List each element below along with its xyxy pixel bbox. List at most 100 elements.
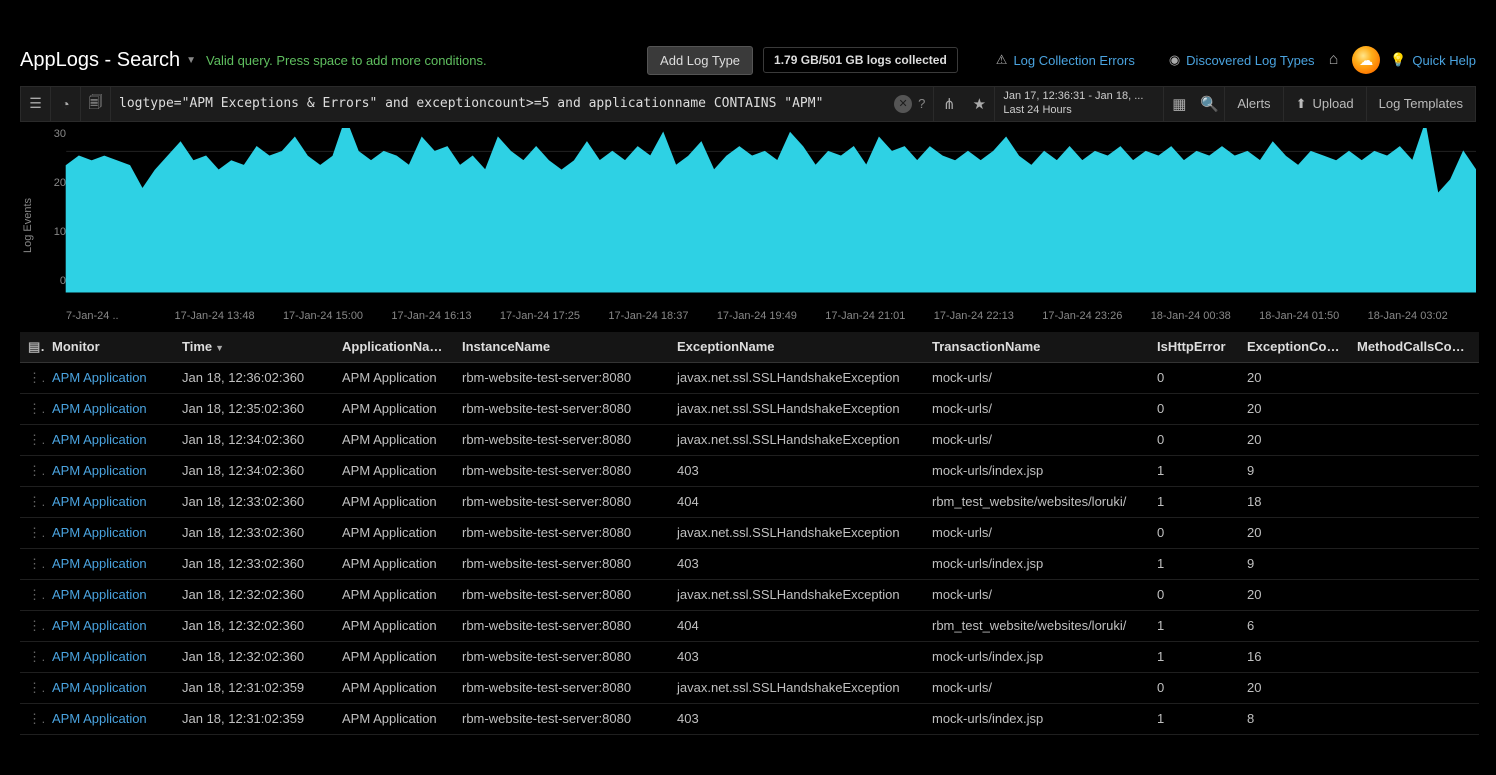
- row-menu-icon[interactable]: ⋮: [20, 486, 44, 517]
- cell-inst: rbm-website-test-server:8080: [454, 517, 669, 548]
- list-toggle-icon[interactable]: ☰: [21, 87, 51, 121]
- home-icon[interactable]: ⌂: [1325, 51, 1343, 69]
- monitor-link[interactable]: APM Application: [52, 432, 147, 447]
- chart-x-tick: 17-Jan-24 23:26: [1042, 310, 1150, 322]
- table-header-applicationname[interactable]: ApplicationName: [334, 332, 454, 363]
- table-header-time[interactable]: Time▼: [174, 332, 334, 363]
- cell-app: APM Application: [334, 672, 454, 703]
- row-menu-icon[interactable]: ⋮: [20, 362, 44, 393]
- assistant-orb-icon[interactable]: ☁: [1352, 46, 1380, 74]
- share-icon[interactable]: ⋔: [934, 87, 964, 121]
- upload-button[interactable]: ⬆ Upload: [1283, 87, 1366, 121]
- row-menu-icon[interactable]: ⋮: [20, 548, 44, 579]
- chart-x-tick: 17-Jan-24 15:00: [283, 310, 391, 322]
- row-menu-icon[interactable]: ⋮: [20, 517, 44, 548]
- cell-txn: mock-urls/: [924, 393, 1149, 424]
- monitor-link[interactable]: APM Application: [52, 401, 147, 416]
- table-row[interactable]: ⋮APM ApplicationJan 18, 12:35:02:360APM …: [20, 393, 1479, 424]
- table-header-monitor[interactable]: Monitor: [44, 332, 174, 363]
- cell-app: APM Application: [334, 362, 454, 393]
- monitor-link[interactable]: APM Application: [52, 587, 147, 602]
- discovered-log-types-label: Discovered Log Types: [1186, 53, 1314, 68]
- table-header-ishttperror[interactable]: IsHttpError: [1149, 332, 1239, 363]
- table-row[interactable]: ⋮APM ApplicationJan 18, 12:33:02:360APM …: [20, 486, 1479, 517]
- log-templates-button[interactable]: Log Templates: [1366, 87, 1475, 121]
- cell-meth: [1349, 703, 1479, 734]
- table-row[interactable]: ⋮APM ApplicationJan 18, 12:32:02:360APM …: [20, 610, 1479, 641]
- table-row[interactable]: ⋮APM ApplicationJan 18, 12:32:02:360APM …: [20, 641, 1479, 672]
- cell-meth: [1349, 486, 1479, 517]
- cell-cnt: 20: [1239, 362, 1349, 393]
- cell-cnt: 20: [1239, 393, 1349, 424]
- cell-inst: rbm-website-test-server:8080: [454, 672, 669, 703]
- monitor-link[interactable]: APM Application: [52, 680, 147, 695]
- monitor-link[interactable]: APM Application: [52, 494, 147, 509]
- cell-txn: mock-urls/index.jsp: [924, 455, 1149, 486]
- cell-meth: [1349, 548, 1479, 579]
- row-menu-icon[interactable]: ⋮: [20, 672, 44, 703]
- columns-icon[interactable]: ▤: [28, 339, 40, 354]
- row-menu-icon[interactable]: ⋮: [20, 579, 44, 610]
- cell-inst: rbm-website-test-server:8080: [454, 641, 669, 672]
- favorite-icon[interactable]: ★: [964, 87, 994, 121]
- cell-meth: [1349, 362, 1479, 393]
- date-range-picker[interactable]: Jan 17, 12:36:31 - Jan 18, ... Last 24 H…: [994, 87, 1164, 121]
- cell-time: Jan 18, 12:35:02:360: [174, 393, 334, 424]
- table-header-exceptioncount[interactable]: ExceptionCount: [1239, 332, 1349, 363]
- cell-time: Jan 18, 12:31:02:359: [174, 703, 334, 734]
- table-row[interactable]: ⋮APM ApplicationJan 18, 12:36:02:360APM …: [20, 362, 1479, 393]
- cell-app: APM Application: [334, 455, 454, 486]
- monitor-link[interactable]: APM Application: [52, 649, 147, 664]
- row-menu-icon[interactable]: ⋮: [20, 393, 44, 424]
- table-row[interactable]: ⋮APM ApplicationJan 18, 12:34:02:360APM …: [20, 455, 1479, 486]
- monitor-link[interactable]: APM Application: [52, 525, 147, 540]
- table-row[interactable]: ⋮APM ApplicationJan 18, 12:34:02:360APM …: [20, 424, 1479, 455]
- cell-time: Jan 18, 12:33:02:360: [174, 517, 334, 548]
- quick-help-link[interactable]: 💡 Quick Help: [1390, 52, 1476, 68]
- calendar-icon[interactable]: ▦: [1164, 87, 1194, 121]
- monitor-link[interactable]: APM Application: [52, 556, 147, 571]
- row-menu-icon[interactable]: ⋮: [20, 641, 44, 672]
- chart-x-tick: 18-Jan-24 01:50: [1259, 310, 1367, 322]
- cell-inst: rbm-website-test-server:8080: [454, 610, 669, 641]
- query-help-icon[interactable]: ?: [918, 96, 925, 111]
- cell-exc: 404: [669, 486, 924, 517]
- chart-x-tick: 7-Jan-24 ..: [66, 310, 174, 322]
- monitor-link[interactable]: APM Application: [52, 370, 147, 385]
- table-row[interactable]: ⋮APM ApplicationJan 18, 12:33:02:360APM …: [20, 517, 1479, 548]
- query-input[interactable]: [119, 96, 888, 111]
- row-menu-icon[interactable]: ⋮: [20, 424, 44, 455]
- row-menu-icon[interactable]: ⋮: [20, 610, 44, 641]
- cell-txn: rbm_test_website/websites/loruki/: [924, 486, 1149, 517]
- table-row[interactable]: ⋮APM ApplicationJan 18, 12:31:02:359APM …: [20, 672, 1479, 703]
- monitor-link[interactable]: APM Application: [52, 618, 147, 633]
- clear-query-icon[interactable]: ✕: [894, 95, 912, 113]
- cell-meth: [1349, 517, 1479, 548]
- table-row[interactable]: ⋮APM ApplicationJan 18, 12:31:02:359APM …: [20, 703, 1479, 734]
- table-header-transactionname[interactable]: TransactionName: [924, 332, 1149, 363]
- chart-x-tick: 17-Jan-24 13:48: [174, 310, 282, 322]
- monitor-link[interactable]: APM Application: [52, 711, 147, 726]
- cell-cnt: 20: [1239, 672, 1349, 703]
- table-row[interactable]: ⋮APM ApplicationJan 18, 12:33:02:360APM …: [20, 548, 1479, 579]
- search-icon[interactable]: 🔍: [1194, 87, 1224, 121]
- cell-exc: javax.net.ssl.SSLHandshakeException: [669, 393, 924, 424]
- monitor-link[interactable]: APM Application: [52, 463, 147, 478]
- clipboard-icon[interactable]: 🗐: [81, 87, 111, 121]
- discovered-log-types-link[interactable]: ◉ Discovered Log Types: [1169, 52, 1315, 68]
- row-menu-icon[interactable]: ⋮: [20, 703, 44, 734]
- chart-x-tick: 17-Jan-24 22:13: [934, 310, 1042, 322]
- cell-exc: javax.net.ssl.SSLHandshakeException: [669, 579, 924, 610]
- log-events-chart[interactable]: Log Events 3020100 7-Jan-24 ..17-Jan-24 …: [20, 128, 1476, 322]
- title-dropdown-icon[interactable]: ▼: [186, 55, 196, 66]
- table-header-methodcallscount[interactable]: MethodCallsCount: [1349, 332, 1479, 363]
- alerts-button[interactable]: Alerts: [1224, 87, 1282, 121]
- add-log-type-button[interactable]: Add Log Type: [647, 46, 753, 75]
- cell-app: APM Application: [334, 641, 454, 672]
- table-header-exceptionname[interactable]: ExceptionName: [669, 332, 924, 363]
- pie-chart-icon[interactable]: ◔: [51, 87, 81, 121]
- log-collection-errors-link[interactable]: ⚠ Log Collection Errors: [996, 52, 1135, 68]
- table-row[interactable]: ⋮APM ApplicationJan 18, 12:32:02:360APM …: [20, 579, 1479, 610]
- table-header-instancename[interactable]: InstanceName: [454, 332, 669, 363]
- row-menu-icon[interactable]: ⋮: [20, 455, 44, 486]
